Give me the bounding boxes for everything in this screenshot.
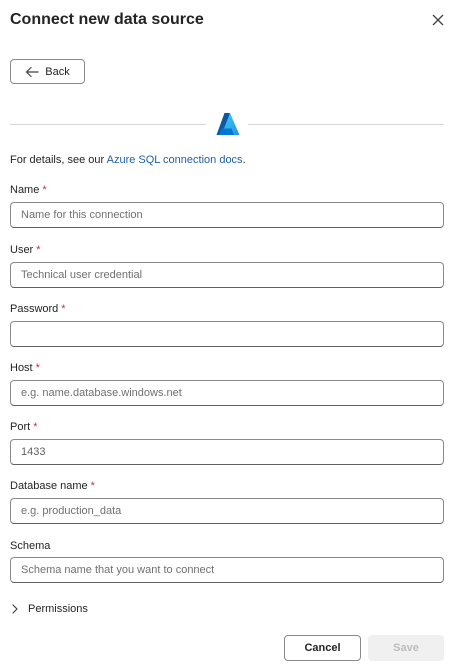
- permissions-label: Permissions: [28, 603, 88, 615]
- port-label: Port *: [10, 421, 37, 433]
- password-label: Password *: [10, 303, 66, 315]
- database-name-label-text: Database name: [10, 480, 88, 492]
- name-input[interactable]: [10, 202, 444, 228]
- required-marker: *: [90, 480, 95, 492]
- chevron-right-icon: [12, 604, 18, 614]
- schema-label: Schema: [10, 540, 50, 552]
- azure-logo-icon: [216, 113, 240, 135]
- password-label-text: Password: [10, 303, 59, 315]
- arrow-left-icon: [26, 66, 39, 77]
- database-name-label: Database name *: [10, 480, 95, 492]
- close-icon: [432, 14, 444, 26]
- name-label-text: Name: [10, 184, 40, 196]
- schema-input[interactable]: [10, 557, 444, 583]
- details-suffix: .: [242, 154, 246, 166]
- required-marker: *: [42, 184, 47, 196]
- password-input[interactable]: [10, 321, 444, 347]
- port-input[interactable]: [10, 439, 444, 465]
- schema-label-text: Schema: [10, 540, 51, 552]
- host-label: Host *: [10, 362, 40, 374]
- port-label-text: Port: [10, 421, 31, 433]
- database-name-input[interactable]: [10, 498, 444, 524]
- divider-left: [10, 124, 206, 125]
- save-button[interactable]: Save: [368, 635, 444, 661]
- user-label: User *: [10, 244, 41, 256]
- name-label: Name *: [10, 184, 47, 196]
- dialog-title: Connect new data source: [10, 11, 204, 28]
- divider-right: [248, 124, 444, 125]
- required-marker: *: [33, 421, 38, 433]
- required-marker: *: [35, 362, 40, 374]
- back-button-label: Back: [45, 65, 70, 78]
- required-marker: *: [36, 244, 41, 256]
- details-prefix: For details, see our: [10, 154, 107, 166]
- user-label-text: User: [10, 244, 34, 256]
- user-input[interactable]: [10, 262, 444, 288]
- back-button[interactable]: Back: [10, 59, 85, 84]
- permissions-toggle[interactable]: Permissions: [10, 601, 88, 617]
- required-marker: *: [61, 303, 66, 315]
- close-button[interactable]: [428, 10, 448, 30]
- host-input[interactable]: [10, 380, 444, 406]
- details-text: For details, see our Azure SQL connectio…: [10, 154, 246, 166]
- azure-sql-docs-link[interactable]: Azure SQL connection docs: [107, 154, 243, 166]
- host-label-text: Host: [10, 362, 33, 374]
- logo-divider: [10, 110, 444, 138]
- cancel-button[interactable]: Cancel: [284, 635, 361, 661]
